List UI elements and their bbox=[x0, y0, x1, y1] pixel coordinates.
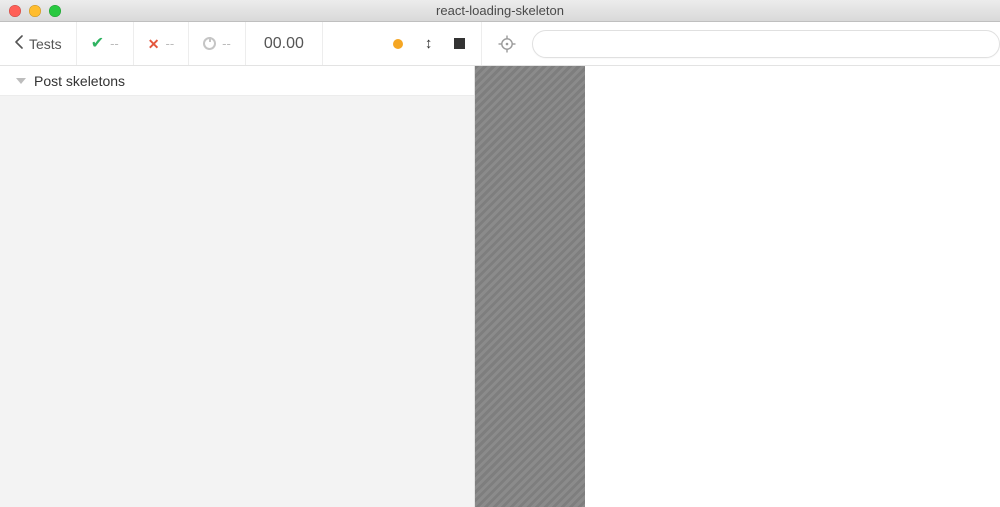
command-log-panel: Post skeletons bbox=[0, 66, 475, 507]
back-to-tests-button[interactable]: Tests bbox=[0, 22, 77, 65]
stop-button[interactable] bbox=[454, 38, 465, 49]
viewport-size-button[interactable]: ↕ bbox=[425, 36, 433, 51]
app-preview[interactable] bbox=[585, 66, 1000, 507]
passed-stat[interactable]: ✔ -- bbox=[77, 22, 134, 65]
toolbar-spacer bbox=[323, 22, 393, 65]
pending-count: -- bbox=[222, 36, 231, 51]
back-label: Tests bbox=[29, 36, 62, 52]
viewport-controls: ↕ bbox=[393, 22, 482, 65]
close-window-button[interactable] bbox=[9, 5, 21, 17]
toolbar-right bbox=[481, 22, 1000, 65]
url-input[interactable] bbox=[532, 30, 1000, 58]
pending-icon bbox=[203, 37, 216, 50]
caret-down-icon bbox=[16, 78, 26, 84]
traffic-lights bbox=[0, 5, 61, 17]
toolbar-left: Tests ✔ -- ✕ -- -- 00.00 bbox=[0, 22, 323, 65]
failed-stat[interactable]: ✕ -- bbox=[134, 22, 189, 65]
x-icon: ✕ bbox=[148, 37, 160, 51]
minimize-window-button[interactable] bbox=[29, 5, 41, 17]
passed-count: -- bbox=[110, 36, 119, 51]
window-titlebar: react-loading-skeleton bbox=[0, 0, 1000, 22]
window-title: react-loading-skeleton bbox=[0, 3, 1000, 18]
status-dot-icon bbox=[393, 39, 403, 49]
selector-playground-button[interactable] bbox=[498, 35, 516, 53]
failed-count: -- bbox=[166, 36, 175, 51]
toolbar: Tests ✔ -- ✕ -- -- 00.00 ↕ bbox=[0, 22, 1000, 66]
pending-stat[interactable]: -- bbox=[189, 22, 246, 65]
resize-gutter[interactable] bbox=[475, 66, 585, 507]
check-icon: ✔ bbox=[91, 36, 104, 52]
maximize-window-button[interactable] bbox=[49, 5, 61, 17]
chevron-left-icon bbox=[14, 35, 23, 53]
content-area: Post skeletons bbox=[0, 66, 1000, 507]
test-suite-row[interactable]: Post skeletons bbox=[0, 66, 474, 96]
timer: 00.00 bbox=[246, 22, 323, 65]
test-suite-label: Post skeletons bbox=[34, 73, 125, 89]
